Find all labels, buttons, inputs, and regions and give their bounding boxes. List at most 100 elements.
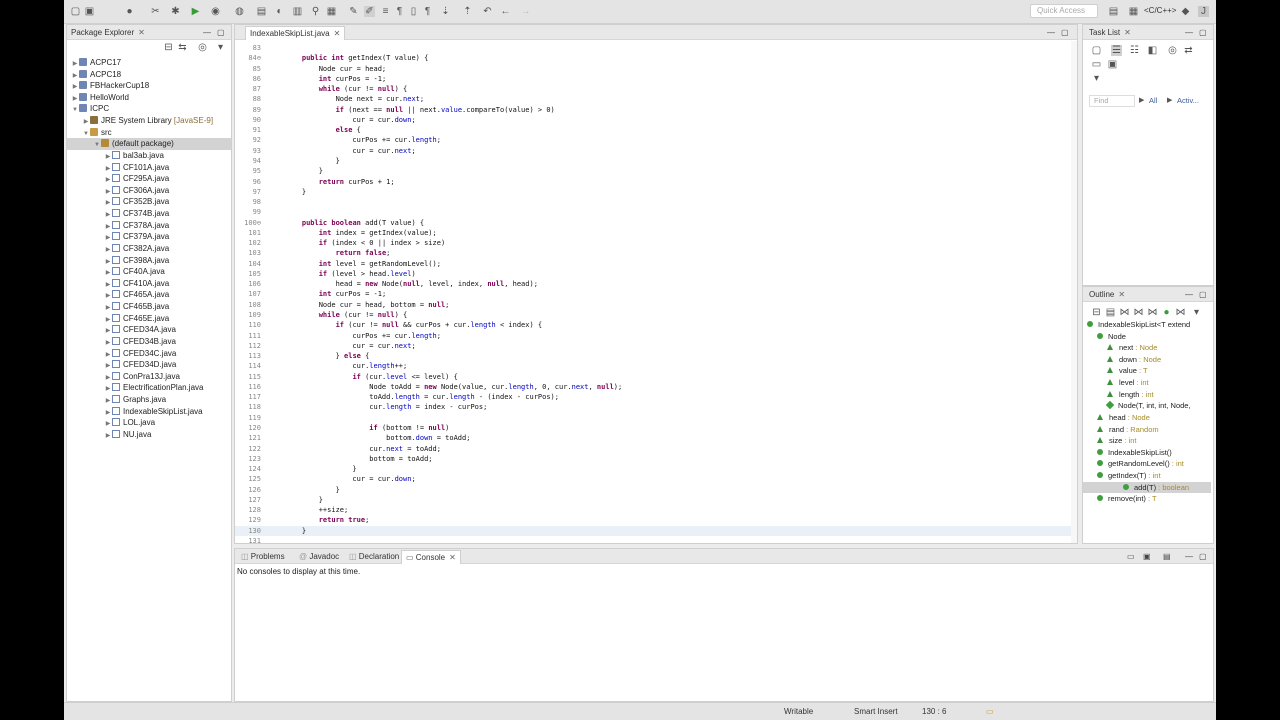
outline-item[interactable]: Node	[1097, 331, 1126, 343]
sort-icon[interactable]: ▤	[1105, 307, 1116, 318]
tree-item[interactable]: ▶ ElectrificationPlan.java	[67, 382, 231, 394]
tree-item[interactable]: ▶ CFED34B.java	[67, 336, 231, 348]
outline-item[interactable]: IndexableSkipList()	[1097, 447, 1172, 459]
run-icon[interactable]: ▶	[190, 6, 201, 17]
task-all-link[interactable]: All	[1149, 96, 1157, 105]
code-line[interactable]: 121 bottom.down = toAdd;	[235, 433, 1071, 443]
new-icon[interactable]: ▢	[70, 6, 81, 17]
code-line[interactable]: 107 int curPos = -1;	[235, 289, 1071, 299]
play-icon[interactable]: ▶	[1139, 96, 1144, 104]
code-line[interactable]: 126 }	[235, 485, 1071, 495]
perspective-debug-icon[interactable]: ◆	[1180, 6, 1191, 17]
scheduled-icon[interactable]: ☷	[1129, 45, 1140, 56]
categorized-icon[interactable]: ☰	[1111, 45, 1122, 56]
progress-icon[interactable]: ▭	[986, 707, 994, 716]
code-line[interactable]: 128 ++size;	[235, 505, 1071, 515]
code-line[interactable]: 102 if (index < 0 || index > size)	[235, 238, 1071, 248]
view-menu-icon[interactable]: ▾	[1191, 307, 1202, 318]
code-line[interactable]: 127 }	[235, 495, 1071, 505]
hide-nonpublic-icon[interactable]: ⋈	[1147, 307, 1158, 318]
tree-item[interactable]: ▼ (default package)	[67, 138, 231, 150]
tree-item[interactable]: ▶ CF352B.java	[67, 196, 231, 208]
tree-item[interactable]: ▶ CFED34C.java	[67, 348, 231, 360]
code-line[interactable]: 130 }	[235, 525, 1071, 536]
tree-item[interactable]: ▶ CF465E.java	[67, 313, 231, 325]
hide-fields-icon[interactable]: ⋈	[1119, 307, 1130, 318]
outline-item[interactable]: down : Node	[1107, 354, 1161, 366]
tree-item[interactable]: ▶ CFED34D.java	[67, 359, 231, 371]
pencil-icon[interactable]: ✐	[364, 6, 375, 17]
tab-package-explorer[interactable]: Package Explorer ✕	[67, 26, 167, 40]
tree-item[interactable]: ▶ CF378A.java	[67, 220, 231, 232]
forward-icon[interactable]: →	[520, 6, 531, 17]
code-line[interactable]: 89 if (next == null || next.value.compar…	[235, 105, 1071, 115]
tree-item[interactable]: ▶ LOL.java	[67, 417, 231, 429]
code-line[interactable]: 92 curPos += cur.length;	[235, 135, 1071, 145]
last-edit-icon[interactable]: ↶	[482, 6, 493, 17]
code-line[interactable]: 109 while (cur != null) {	[235, 310, 1071, 320]
tree-item[interactable]: ▶ CF398A.java	[67, 255, 231, 267]
maximize-icon[interactable]: ▢	[1199, 28, 1207, 37]
tree-item[interactable]: ▶ ConPra13J.java	[67, 371, 231, 383]
gear-icon[interactable]: ✱	[170, 6, 181, 17]
code-line[interactable]: 105 if (level > head.level)	[235, 269, 1071, 279]
debug-icon[interactable]: ●	[124, 6, 135, 17]
code-line[interactable]: 113 } else {	[235, 351, 1071, 361]
prev-annotation-icon[interactable]: ⇡	[462, 6, 473, 17]
outline-item[interactable]: head : Node	[1097, 412, 1150, 424]
minimize-icon[interactable]: —	[1185, 290, 1193, 299]
code-line[interactable]: 94 }	[235, 156, 1071, 166]
minimize-icon[interactable]: —	[203, 28, 211, 37]
hide-local-types-icon[interactable]: ●	[1161, 307, 1172, 318]
save-icon[interactable]: ▣	[84, 6, 95, 17]
play-icon[interactable]: ▶	[1167, 96, 1172, 104]
tree-item[interactable]: ▶ NU.java	[67, 429, 231, 441]
tree-item[interactable]: ▶ CF382A.java	[67, 243, 231, 255]
collapse-all-icon[interactable]: ⊟	[1091, 307, 1102, 318]
close-icon[interactable]: ✕	[1124, 28, 1131, 37]
tree-item[interactable]: ▶ CF465A.java	[67, 289, 231, 301]
tree-item[interactable]: ▶ CF101A.java	[67, 162, 231, 174]
outline-item[interactable]: getIndex(T) : int	[1097, 470, 1161, 482]
code-line[interactable]: 120 if (bottom != null)	[235, 423, 1071, 433]
new-class-icon[interactable]: ◐	[274, 6, 285, 17]
whitespace-icon[interactable]: ¶	[394, 6, 405, 17]
code-line[interactable]: 98	[235, 197, 1071, 207]
outline-item[interactable]: remove(int) : T	[1097, 493, 1157, 505]
maximize-icon[interactable]: ▢	[217, 28, 225, 37]
external-tools-icon[interactable]: ◉	[210, 6, 221, 17]
task-activate-link[interactable]: Activ...	[1177, 96, 1199, 105]
tree-item[interactable]: ▶ CF306A.java	[67, 185, 231, 197]
code-line[interactable]: 96 return curPos + 1;	[235, 177, 1071, 187]
outline-item[interactable]: Node(T, int, int, Node,	[1105, 400, 1191, 412]
code-area[interactable]: 83 84⊖ public int getIndex(T value) {85 N…	[235, 43, 1071, 543]
code-line[interactable]: 112 cur = cur.next;	[235, 341, 1071, 351]
tree-item[interactable]: ▶ JRE System Library [JavaSE-9]	[67, 115, 231, 127]
close-icon[interactable]: ✕	[138, 28, 145, 37]
search-icon[interactable]: ⚲	[310, 6, 321, 17]
tree-item[interactable]: ▶ CF40A.java	[67, 266, 231, 278]
code-line[interactable]: 129 return true;	[235, 515, 1071, 525]
code-line[interactable]: 87 while (cur != null) {	[235, 84, 1071, 94]
tab-problems[interactable]: ◫ Problems	[237, 550, 289, 564]
outline-item[interactable]: value : T	[1107, 365, 1148, 377]
outline-item[interactable]: getRandomLevel() : int	[1097, 458, 1184, 470]
tab-task-list[interactable]: Task List ✕	[1085, 26, 1135, 40]
code-line[interactable]: 119	[235, 413, 1071, 423]
back-icon[interactable]: ←	[500, 6, 511, 17]
outline-item[interactable]: next : Node	[1107, 342, 1157, 354]
tree-item[interactable]: ▶ Graphs.java	[67, 394, 231, 406]
tab-outline[interactable]: Outline ✕	[1085, 288, 1129, 302]
code-line[interactable]: 100⊖ public boolean add(T value) {	[235, 218, 1071, 228]
sync-icon[interactable]: ⇄	[1183, 45, 1194, 56]
view-menu-icon[interactable]: ▾	[215, 42, 226, 53]
open-folder-icon[interactable]: ▦	[326, 6, 337, 17]
code-line[interactable]: 122 cur.next = toAdd;	[235, 444, 1071, 454]
next-annotation-icon[interactable]: ⇣	[440, 6, 451, 17]
tree-item[interactable]: ▶ FBHackerCup18	[67, 80, 231, 92]
code-line[interactable]: 93 cur = cur.next;	[235, 146, 1071, 156]
close-icon[interactable]: ✕	[334, 29, 341, 38]
chevron-right-icon[interactable]: ▶	[104, 431, 112, 442]
cpp-perspective-icon[interactable]: ▦	[1128, 6, 1139, 17]
outline-item[interactable]: rand : Random	[1097, 424, 1159, 436]
